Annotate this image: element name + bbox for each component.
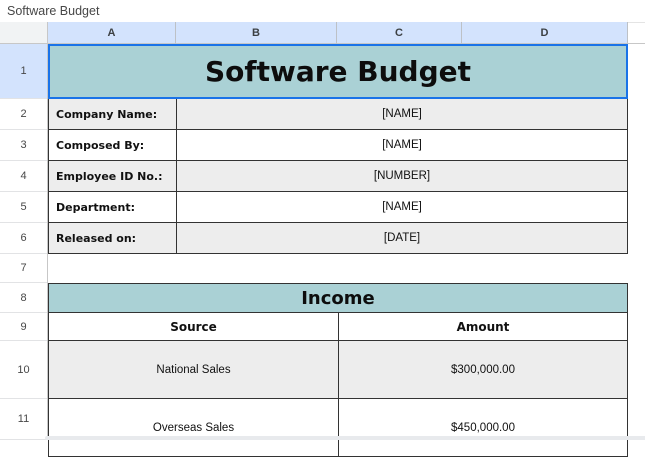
table-row: Released on: [DATE] <box>49 223 628 254</box>
table-row: Department: [NAME] <box>49 192 628 223</box>
column-header-a[interactable]: A <box>48 22 176 44</box>
row-header-5[interactable]: 5 <box>0 192 47 223</box>
row-header-11[interactable]: 11 <box>0 399 47 440</box>
department-label-cell[interactable]: Department: <box>49 192 177 223</box>
table-row: Overseas Sales $450,000.00 <box>49 399 628 457</box>
sheet-title-cell[interactable]: Software Budget <box>48 44 628 99</box>
composed-by-value-cell[interactable]: [NAME] <box>177 130 628 161</box>
row-header-3[interactable]: 3 <box>0 130 47 161</box>
row-header-10[interactable]: 10 <box>0 341 47 399</box>
column-header-c[interactable]: C <box>337 22 462 44</box>
row-header-9[interactable]: 9 <box>0 313 47 341</box>
overseas-sales-source-cell[interactable]: Overseas Sales <box>49 399 339 457</box>
row-header-7[interactable]: 7 <box>0 254 47 283</box>
released-on-label-cell[interactable]: Released on: <box>49 223 177 254</box>
row-header-band: 1 2 3 4 5 6 7 8 9 10 11 <box>0 44 48 440</box>
document-title: Software Budget <box>7 4 99 18</box>
employee-id-value-cell[interactable]: [NUMBER] <box>177 161 628 192</box>
composed-by-label-cell[interactable]: Composed By: <box>49 130 177 161</box>
row-header-1[interactable]: 1 <box>0 44 47 99</box>
amount-column-header-cell[interactable]: Amount <box>339 313 628 341</box>
horizontal-scrollbar[interactable] <box>45 436 645 440</box>
national-sales-amount-cell[interactable]: $300,000.00 <box>339 341 628 399</box>
column-header-d[interactable]: D <box>462 22 628 44</box>
row-header-4[interactable]: 4 <box>0 161 47 192</box>
employee-id-label-cell[interactable]: Employee ID No.: <box>49 161 177 192</box>
row-header-6[interactable]: 6 <box>0 223 47 254</box>
national-sales-source-cell[interactable]: National Sales <box>49 341 339 399</box>
row-header-2[interactable]: 2 <box>0 99 47 130</box>
department-value-cell[interactable]: [NAME] <box>177 192 628 223</box>
table-row: Company Name: [NAME] <box>49 99 628 130</box>
row-header-8[interactable]: 8 <box>0 283 47 313</box>
income-section-header[interactable]: Income <box>48 283 628 313</box>
info-table: Company Name: [NAME] Composed By: [NAME]… <box>48 99 628 254</box>
table-row: Source Amount <box>49 313 628 341</box>
table-row: National Sales $300,000.00 <box>49 341 628 399</box>
source-column-header-cell[interactable]: Source <box>49 313 339 341</box>
select-all-corner[interactable] <box>0 22 48 44</box>
column-header-b[interactable]: B <box>176 22 337 44</box>
table-row: Employee ID No.: [NUMBER] <box>49 161 628 192</box>
released-on-value-cell[interactable]: [DATE] <box>177 223 628 254</box>
table-row: Composed By: [NAME] <box>49 130 628 161</box>
company-name-value-cell[interactable]: [NAME] <box>177 99 628 130</box>
company-name-label-cell[interactable]: Company Name: <box>49 99 177 130</box>
overseas-sales-amount-cell[interactable]: $450,000.00 <box>339 399 628 457</box>
